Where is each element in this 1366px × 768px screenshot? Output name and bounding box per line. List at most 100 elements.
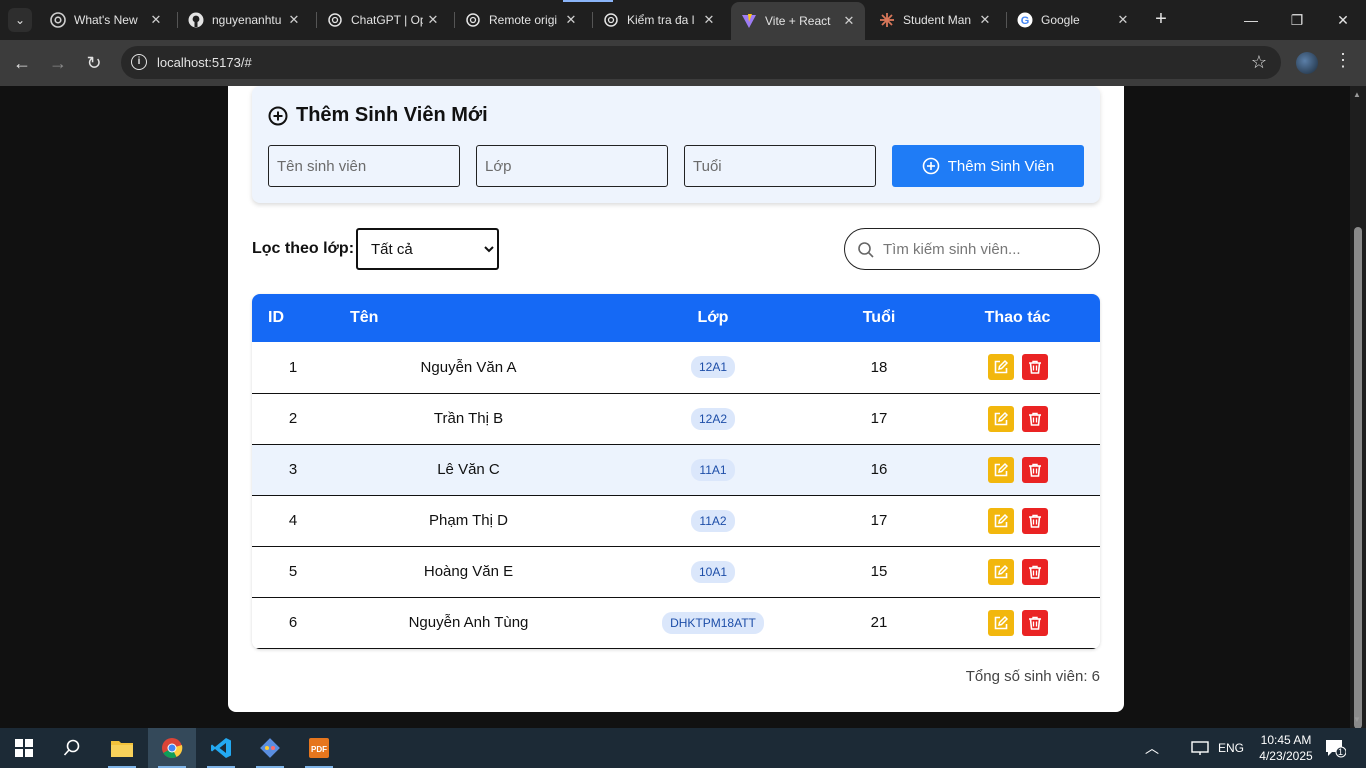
taskbar-file-explorer[interactable] [98,728,146,768]
tab-student-manager[interactable]: Student Man ✕ [869,4,1001,36]
edit-button[interactable] [987,405,1014,432]
scroll-up-arrow[interactable]: ▲ [1353,90,1361,99]
bookmark-star-icon[interactable]: ☆ [1251,52,1267,73]
class-badge: 10A1 [690,560,736,583]
student-search-box[interactable] [844,228,1100,270]
delete-button[interactable] [1021,558,1048,585]
trash-icon [1028,565,1041,579]
total-students: Tổng số sinh viên: 6 [965,668,1100,685]
edit-button[interactable] [987,456,1014,483]
edit-button[interactable] [987,354,1014,381]
tab-chatgpt[interactable]: ChatGPT | Op ✕ [317,4,449,36]
close-tab-icon[interactable]: ✕ [699,12,719,28]
tab-title: Remote origi [489,13,558,27]
delete-button[interactable] [1021,507,1048,534]
tab-remote-origin[interactable]: Remote origi ✕ [455,4,587,36]
taskbar-pdf-app[interactable]: PDF [295,728,343,768]
class-filter-select[interactable]: Tất cả [356,228,499,270]
vite-icon [741,13,757,29]
show-hidden-icons[interactable]: ︿ [1140,728,1164,768]
reload-button[interactable]: ↻ [81,50,107,76]
close-tab-icon[interactable]: ✕ [975,12,995,28]
cell-id: 1 [288,358,298,376]
close-tab-icon[interactable]: ✕ [561,12,581,28]
table-row: 5 Hoàng Văn E 10A1 15 [252,546,1100,597]
chatgpt-icon [327,12,343,28]
tab-whats-new[interactable]: What's New ✕ [40,4,172,36]
new-tab-button[interactable]: + [1149,8,1173,32]
student-table-body: 1 Nguyễn Văn A 12A1 18 2 Trần Thị B 12A2 17 3 Lê … [252,342,1100,648]
profile-avatar[interactable] [1296,52,1318,74]
edit-icon [994,564,1008,578]
cell-age: 21 [870,614,888,631]
url-text: localhost:5173/# [157,55,252,70]
system-clock[interactable]: 10:45 AM 4/23/2025 [1256,732,1316,764]
site-info-icon[interactable]: i [131,54,147,70]
tab-loading-indicator [563,0,613,2]
start-button[interactable] [0,728,48,768]
trash-icon [1028,463,1041,477]
edit-button[interactable] [987,609,1014,636]
add-student-title: Thêm Sinh Viên Mới [296,104,488,126]
chrome-icon [50,12,66,28]
page-viewport: Thêm Sinh Viên Mới Thêm Sinh Viên Lọc th… [0,86,1350,728]
cell-class: 12A1 [603,342,823,393]
tab-vite-react[interactable]: Vite + React ✕ [731,2,865,40]
plus-circle-icon [922,157,940,175]
close-tab-icon[interactable]: ✕ [423,12,443,28]
cell-name: Lê Văn C [437,461,500,478]
student-age-input[interactable] [684,145,876,187]
close-tab-icon[interactable]: ✕ [839,13,859,29]
tab-google[interactable]: G Google ✕ [1007,4,1139,36]
delete-button[interactable] [1021,354,1048,381]
class-badge: 12A2 [690,407,736,430]
trash-icon [1028,616,1041,630]
language-indicator[interactable]: ENG [1214,728,1248,768]
forward-button[interactable]: → [45,50,71,76]
clock-date: 4/23/2025 [1259,749,1313,763]
close-window-button[interactable]: ✕ [1320,0,1366,40]
minimize-button[interactable]: — [1228,0,1274,40]
close-tab-icon[interactable]: ✕ [1113,12,1133,28]
scrollbar-thumb[interactable] [1354,227,1362,729]
delete-button[interactable] [1021,456,1048,483]
address-bar[interactable]: i localhost:5173/# ☆ [121,46,1281,79]
cell-actions [935,444,1100,495]
student-class-input[interactable] [476,145,668,187]
edit-icon [994,462,1008,476]
delete-button[interactable] [1021,609,1048,636]
cell-name: Trần Thị B [433,410,504,427]
close-tab-icon[interactable]: ✕ [146,12,166,28]
table-row: 2 Trần Thị B 12A2 17 [252,393,1100,444]
edit-button[interactable] [987,558,1014,585]
taskbar-vscode[interactable] [197,728,245,768]
delete-button[interactable] [1021,405,1048,432]
back-button[interactable]: ← [9,50,35,76]
tab-search-button[interactable]: ⌄ [8,8,32,32]
edit-icon [994,411,1008,425]
cell-actions [935,393,1100,444]
student-search-input[interactable] [883,238,1083,260]
taskbar-git-app[interactable] [246,728,294,768]
scroll-down-arrow[interactable]: ▼ [1353,715,1361,724]
table-header-row: ID Tên Lớp Tuổi Thao tác [252,294,1100,342]
tab-title: Student Man [903,13,972,27]
edit-button[interactable] [987,507,1014,534]
restore-button[interactable]: ❐ [1274,0,1320,40]
student-name-input[interactable] [268,145,460,187]
chatgpt-icon [465,12,481,28]
close-tab-icon[interactable]: ✕ [284,12,304,28]
add-student-button[interactable]: Thêm Sinh Viên [892,145,1084,187]
browser-menu-icon[interactable]: ⋮ [1334,50,1352,71]
network-icon[interactable] [1188,728,1212,768]
cell-age: 15 [870,563,888,580]
tab-kiem-tra[interactable]: Kiểm tra đa l ✕ [593,4,725,36]
taskbar-search-button[interactable] [48,728,96,768]
page-scrollbar[interactable]: ▲ ▼ [1350,86,1366,729]
tab-title: ChatGPT | Op [351,13,423,27]
taskbar-chrome[interactable] [148,728,196,768]
notification-center[interactable]: 1 [1320,728,1350,768]
tab-github[interactable]: nguyenanhtu ✕ [178,4,310,36]
git-icon [260,738,280,758]
network-icon-glyph [1191,741,1209,755]
